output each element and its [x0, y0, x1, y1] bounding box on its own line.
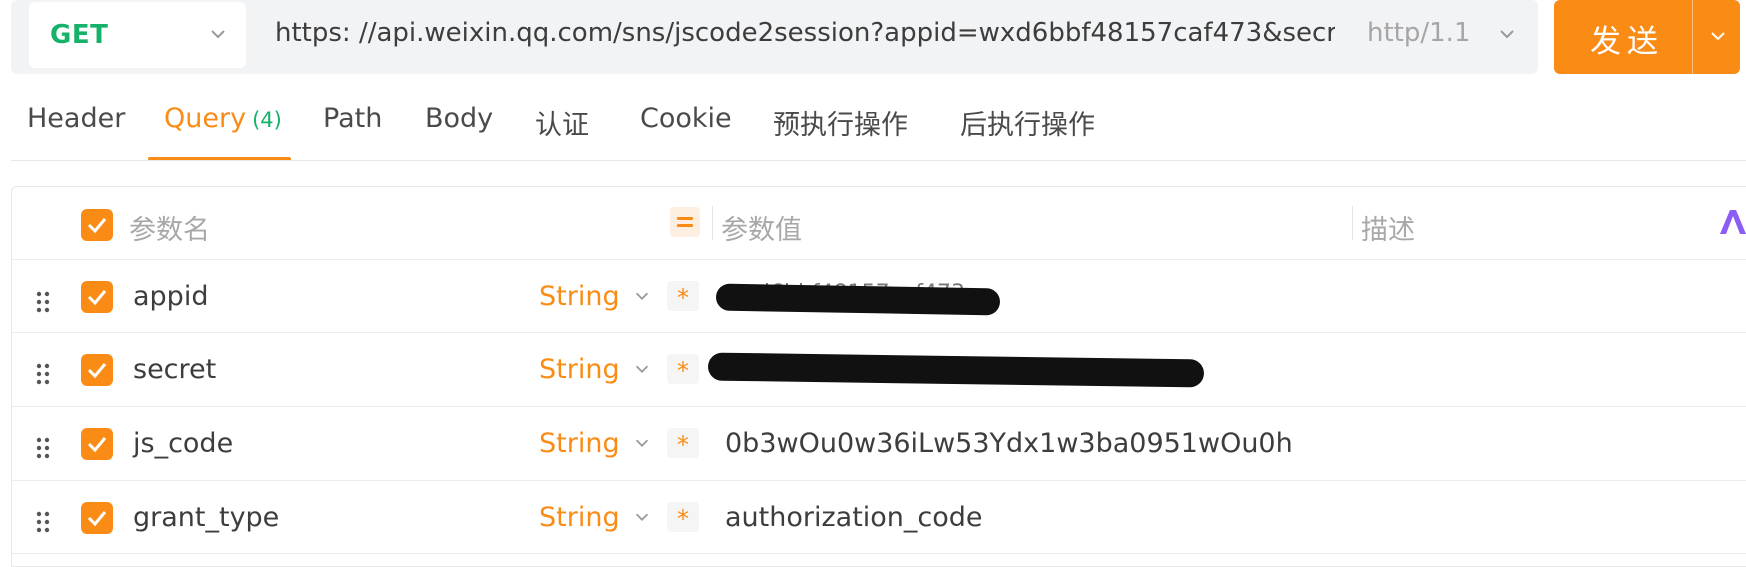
tab-cookie[interactable]: Cookie	[640, 103, 732, 134]
row-checkbox[interactable]	[81, 428, 113, 460]
header-param-name: 参数名	[129, 215, 210, 246]
row-divider	[11, 332, 1746, 333]
tab-body[interactable]: Body	[425, 103, 493, 134]
tabs-divider	[11, 160, 1746, 161]
param-type[interactable]: String	[539, 502, 620, 533]
param-name[interactable]: grant_type	[133, 502, 279, 533]
checkbox-checked-icon	[87, 290, 107, 306]
tab-query-label: Query	[164, 103, 247, 134]
drag-handle-icon[interactable]	[35, 436, 51, 460]
column-separator	[1352, 206, 1353, 240]
row-checkbox[interactable]	[81, 354, 113, 386]
checkbox-checked-icon	[87, 511, 107, 527]
required-toggle[interactable]: *	[667, 354, 699, 385]
ai-icon[interactable]	[1718, 206, 1746, 236]
select-all-checkbox[interactable]	[81, 209, 113, 241]
tab-query[interactable]: Query (4)	[164, 103, 282, 134]
required-toggle[interactable]: *	[667, 428, 699, 459]
param-name[interactable]: secret	[133, 354, 216, 385]
checkbox-checked-icon	[87, 363, 107, 379]
row-divider	[11, 259, 1746, 260]
row-divider	[11, 553, 1746, 554]
method-select[interactable]: GET	[29, 2, 246, 68]
method-label: GET	[50, 20, 109, 50]
send-button[interactable]: 发送	[1554, 0, 1740, 74]
tab-query-count: (4)	[252, 108, 282, 132]
equals-icon[interactable]	[670, 207, 700, 237]
tab-header[interactable]: Header	[27, 103, 125, 134]
drag-handle-icon[interactable]	[35, 362, 51, 386]
row-divider	[11, 406, 1746, 407]
header-param-value: 参数值	[721, 215, 802, 246]
url-input[interactable]: https: //api.weixin.qq.com/sns/jscode2se…	[275, 18, 1335, 48]
chevron-down-icon[interactable]	[633, 287, 651, 305]
chevron-down-icon[interactable]	[633, 434, 651, 452]
required-toggle[interactable]: *	[667, 502, 699, 533]
param-name[interactable]: appid	[133, 281, 208, 312]
send-label: 发送	[1590, 24, 1664, 60]
tab-pre-request[interactable]: 预执行操作	[773, 103, 908, 142]
param-type[interactable]: String	[539, 354, 620, 385]
row-divider	[11, 480, 1746, 481]
row-checkbox[interactable]	[81, 281, 113, 313]
chevron-down-icon	[211, 30, 225, 39]
row-checkbox[interactable]	[81, 502, 113, 534]
required-toggle[interactable]: *	[667, 281, 699, 312]
send-divider	[1692, 0, 1693, 74]
param-value[interactable]: authorization_code	[725, 502, 983, 533]
http-version-select[interactable]: http/1.1	[1367, 18, 1470, 48]
request-bar: GET https: //api.weixin.qq.com/sns/jscod…	[11, 0, 1538, 74]
drag-handle-icon[interactable]	[35, 290, 51, 314]
drag-handle-icon[interactable]	[35, 510, 51, 534]
param-type[interactable]: String	[539, 281, 620, 312]
checkbox-checked-icon	[87, 218, 107, 234]
checkbox-checked-icon	[87, 437, 107, 453]
tab-path[interactable]: Path	[323, 103, 382, 134]
chevron-down-icon[interactable]	[1708, 26, 1728, 46]
param-value[interactable]: 0b3wOu0w36iLw53Ydx1w3ba0951wOu0h	[725, 428, 1293, 459]
chevron-down-icon[interactable]	[1497, 24, 1517, 44]
tab-auth[interactable]: 认证	[535, 103, 589, 142]
column-separator	[712, 206, 713, 240]
redaction-mark	[715, 283, 1001, 316]
tab-post-request[interactable]: 后执行操作	[960, 103, 1095, 142]
chevron-down-icon[interactable]	[633, 508, 651, 526]
chevron-down-icon[interactable]	[633, 360, 651, 378]
header-description: 描述	[1361, 215, 1415, 246]
param-type[interactable]: String	[539, 428, 620, 459]
param-name[interactable]: js_code	[133, 428, 233, 459]
